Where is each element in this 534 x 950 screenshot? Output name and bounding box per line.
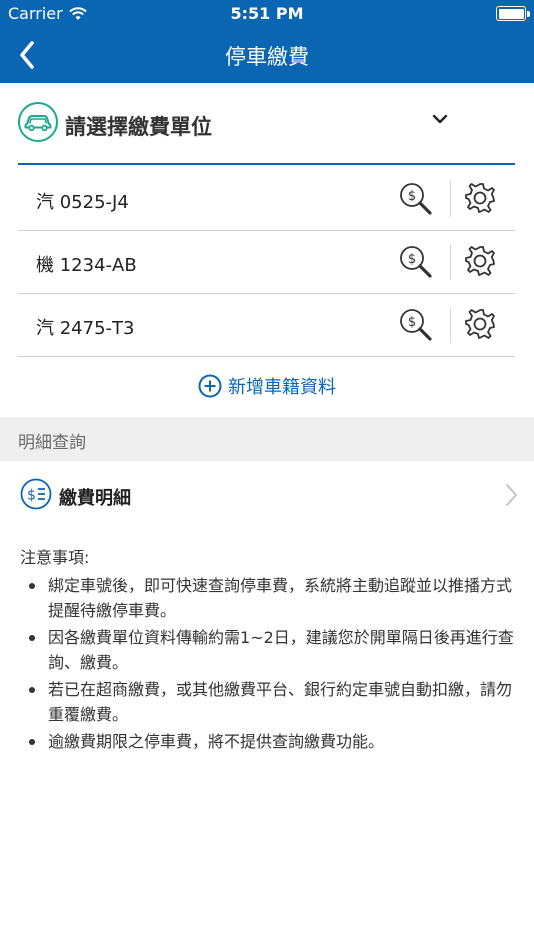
nav-bar: 停車繳費 bbox=[0, 28, 534, 83]
plate-row: 汽 0525-J4 $ bbox=[18, 168, 515, 231]
payment-unit-selector[interactable]: 請選擇繳費單位 bbox=[18, 95, 515, 165]
detail-section-header: 明細查詢 bbox=[0, 417, 534, 461]
plus-circle-icon bbox=[198, 374, 222, 398]
chevron-right-icon bbox=[506, 484, 517, 506]
divider bbox=[450, 181, 451, 217]
vehicle-settings-button[interactable] bbox=[463, 244, 497, 278]
notice-list: 綁定車號後，即可快速查詢停車費，系統將主動追蹤並以推播方式提醒待繳停車費。 因各… bbox=[20, 573, 516, 755]
notice-title: 注意事項: bbox=[20, 548, 90, 567]
page-title: 停車繳費 bbox=[225, 45, 309, 69]
query-fee-button[interactable]: $ bbox=[398, 307, 434, 343]
notice-item: 綁定車號後，即可快速查詢停車費，系統將主動追蹤並以推播方式提醒待繳停車費。 bbox=[20, 573, 516, 624]
plate-number: 汽 2475-T3 bbox=[36, 318, 135, 339]
notice-item: 逾繳費期限之停車費，將不提供查詢繳費功能。 bbox=[20, 729, 516, 755]
payment-unit-label: 請選擇繳費單位 bbox=[65, 115, 212, 139]
plate-row: 汽 2475-T3 $ bbox=[18, 294, 515, 357]
fee-detail-label: 繳費明細 bbox=[59, 488, 131, 509]
notice-item: 若已在超商繳費，或其他繳費平台、銀行約定車號自動扣繳，請勿重覆繳費。 bbox=[20, 677, 516, 728]
car-icon bbox=[18, 102, 58, 142]
gear-icon bbox=[465, 246, 495, 276]
gear-icon bbox=[465, 183, 495, 213]
plate-number: 機 1234-AB bbox=[36, 255, 137, 276]
svg-text:$: $ bbox=[27, 488, 36, 504]
query-fee-button[interactable]: $ bbox=[398, 244, 434, 280]
vehicle-settings-button[interactable] bbox=[463, 307, 497, 341]
svg-text:$: $ bbox=[408, 315, 416, 330]
notice-section: 注意事項: 綁定車號後，即可快速查詢停車費，系統將主動追蹤並以推播方式提醒待繳停… bbox=[20, 545, 516, 755]
fee-detail-row[interactable]: $ 繳費明細 bbox=[0, 466, 534, 522]
svg-text:$: $ bbox=[408, 252, 416, 267]
gear-icon bbox=[465, 309, 495, 339]
query-fee-button[interactable]: $ bbox=[398, 181, 434, 217]
battery-icon bbox=[496, 6, 530, 21]
status-bar: Carrier 5:51 PM bbox=[0, 0, 534, 28]
plate-row: 機 1234-AB $ bbox=[18, 231, 515, 294]
money-search-icon: $ bbox=[400, 309, 432, 341]
divider bbox=[450, 307, 451, 343]
vehicle-settings-button[interactable] bbox=[463, 181, 497, 215]
plate-list: 汽 0525-J4 $ 機 1234-AB $ 汽 2475-T3 $ bbox=[18, 168, 515, 357]
svg-text:$: $ bbox=[408, 189, 416, 204]
add-vehicle-label: 新增車籍資料 bbox=[228, 377, 336, 398]
add-vehicle-button[interactable]: 新增車籍資料 bbox=[0, 370, 534, 402]
clock: 5:51 PM bbox=[230, 4, 304, 23]
money-search-icon: $ bbox=[400, 183, 432, 215]
money-search-icon: $ bbox=[400, 246, 432, 278]
plate-number: 汽 0525-J4 bbox=[36, 192, 129, 213]
dollar-list-icon: $ bbox=[20, 478, 52, 510]
divider bbox=[450, 244, 451, 280]
chevron-down-icon[interactable] bbox=[429, 111, 451, 127]
notice-item: 因各繳費單位資料傳輸約需1~2日，建議您於開單隔日後再進行查詢、繳費。 bbox=[20, 625, 516, 676]
